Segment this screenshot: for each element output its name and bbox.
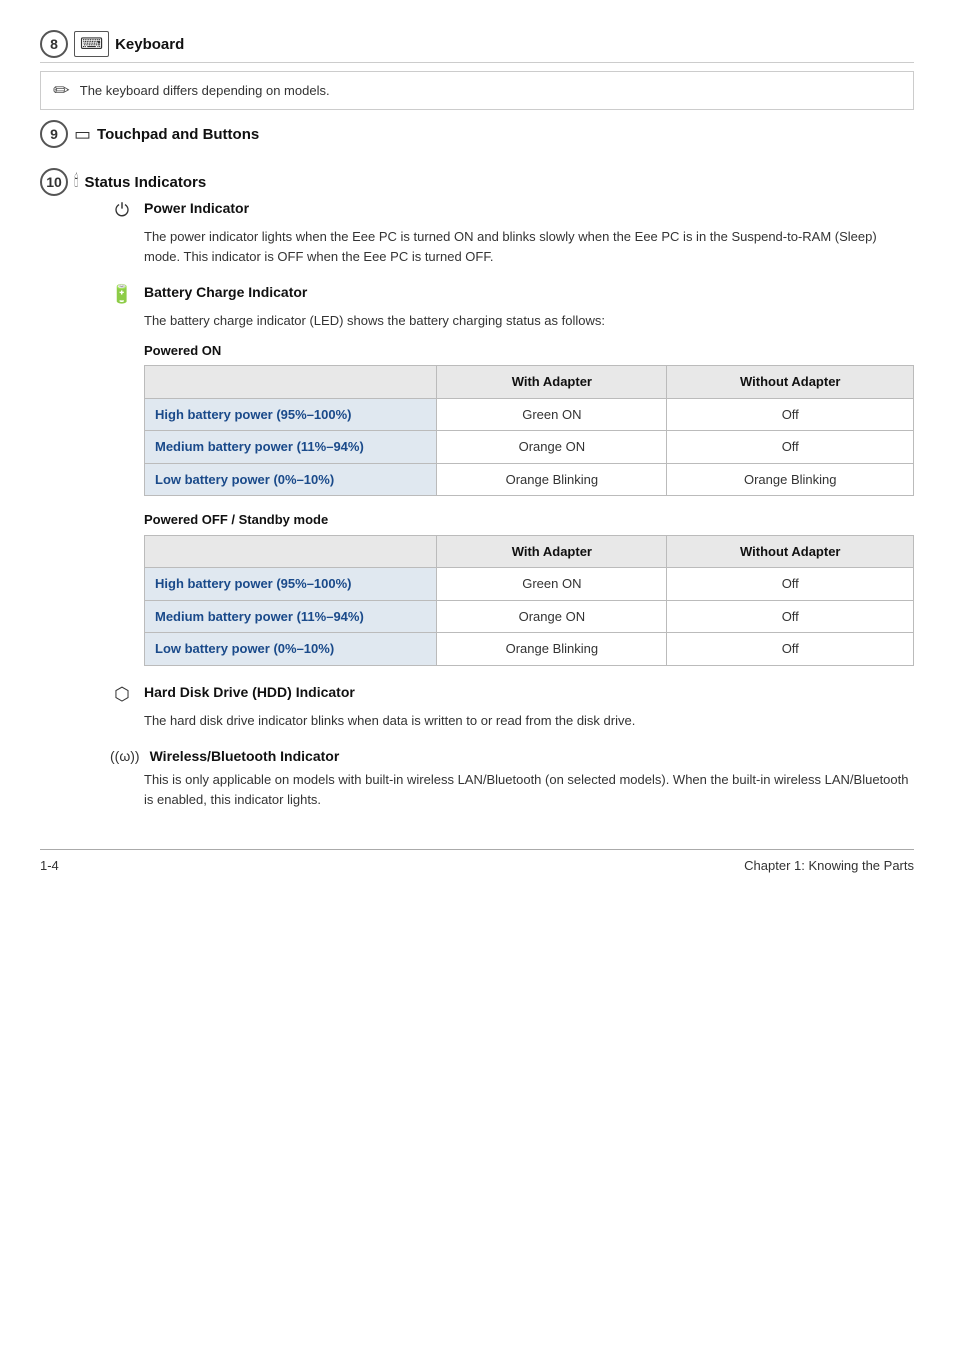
wireless-icon: ((ω)) (110, 748, 140, 764)
touchpad-section: 9 ▭ Touchpad and Buttons (40, 120, 914, 148)
page-number: 1-4 (40, 858, 59, 873)
keyboard-icon: ⌨ (74, 31, 109, 57)
powered-on-table: With Adapter Without Adapter High batter… (144, 365, 914, 496)
table-row: High battery power (95%–100%) Green ON O… (145, 568, 914, 601)
power-indicator-text: The power indicator lights when the Eee … (144, 227, 914, 266)
with-adapter-cell: Orange Blinking (437, 633, 667, 666)
table-row: High battery power (95%–100%) Green ON O… (145, 398, 914, 431)
page-container: 8 ⌨ Keyboard ✏ The keyboard differs depe… (40, 30, 914, 873)
keyboard-section: 8 ⌨ Keyboard ✏ The keyboard differs depe… (40, 30, 914, 110)
touchpad-title: Touchpad and Buttons (97, 126, 259, 143)
powered-off-without-adapter-header: Without Adapter (667, 535, 914, 568)
status-indicators-title: Status Indicators (85, 174, 207, 191)
keyboard-divider (40, 62, 914, 63)
keyboard-title: Keyboard (115, 36, 184, 53)
section-number-10: 10 (40, 168, 68, 196)
powered-on-empty-header (145, 366, 437, 399)
wireless-indicator-header: ((ω)) Wireless/Bluetooth Indicator (110, 748, 914, 764)
power-indicator-title: Power Indicator (144, 200, 249, 216)
section-number-9: 9 (40, 120, 68, 148)
without-adapter-cell: Off (667, 398, 914, 431)
note-icon: ✏ (53, 78, 70, 103)
footer: 1-4 Chapter 1: Knowing the Parts (40, 849, 914, 873)
powered-off-table: With Adapter Without Adapter High batter… (144, 535, 914, 666)
battery-charge-header: 🔋 Battery Charge Indicator (110, 284, 914, 305)
power-indicator-subsection: ⏻ Power Indicator The power indicator li… (110, 200, 914, 266)
without-adapter-cell: Orange Blinking (667, 463, 914, 496)
with-adapter-cell: Orange ON (437, 600, 667, 633)
wireless-indicator-subsection: ((ω)) Wireless/Bluetooth Indicator This … (110, 748, 914, 809)
powered-off-label: Powered OFF / Standby mode (144, 510, 914, 530)
battery-charge-title: Battery Charge Indicator (144, 284, 307, 300)
table-row: Low battery power (0%–10%) Orange Blinki… (145, 633, 914, 666)
touchpad-icon: ▭ (74, 124, 91, 145)
table-row: Medium battery power (11%–94%) Orange ON… (145, 600, 914, 633)
keyboard-note-box: ✏ The keyboard differs depending on mode… (40, 71, 914, 110)
with-adapter-cell: Green ON (437, 568, 667, 601)
battery-charge-subsection: 🔋 Battery Charge Indicator The battery c… (110, 284, 914, 666)
status-icon: 🕯 (74, 173, 79, 191)
without-adapter-cell: Off (667, 431, 914, 464)
row-label: Medium battery power (11%–94%) (145, 600, 437, 633)
with-adapter-cell: Orange Blinking (437, 463, 667, 496)
battery-charge-area: The battery charge indicator (LED) shows… (144, 311, 914, 666)
without-adapter-cell: Off (667, 600, 914, 633)
keyboard-note-text: The keyboard differs depending on models… (80, 83, 330, 98)
hdd-indicator-title: Hard Disk Drive (HDD) Indicator (144, 684, 355, 700)
row-label: High battery power (95%–100%) (145, 568, 437, 601)
power-icon: ⏻ (110, 200, 134, 221)
table-row: Low battery power (0%–10%) Orange Blinki… (145, 463, 914, 496)
wireless-indicator-text: This is only applicable on models with b… (144, 770, 914, 809)
hdd-indicator-subsection: ⬡ Hard Disk Drive (HDD) Indicator The ha… (110, 684, 914, 731)
without-adapter-cell: Off (667, 568, 914, 601)
hdd-indicator-header: ⬡ Hard Disk Drive (HDD) Indicator (110, 684, 914, 705)
battery-charge-intro: The battery charge indicator (LED) shows… (144, 311, 914, 331)
with-adapter-cell: Orange ON (437, 431, 667, 464)
status-indicators-section: 10 🕯 Status Indicators ⏻ Power Indicator… (40, 168, 914, 809)
power-indicator-header: ⏻ Power Indicator (110, 200, 914, 221)
battery-icon: 🔋 (110, 284, 134, 305)
without-adapter-cell: Off (667, 633, 914, 666)
hdd-indicator-text: The hard disk drive indicator blinks whe… (144, 711, 914, 731)
powered-on-without-adapter-header: Without Adapter (667, 366, 914, 399)
powered-off-empty-header (145, 535, 437, 568)
row-label: Low battery power (0%–10%) (145, 463, 437, 496)
powered-on-label: Powered ON (144, 341, 914, 361)
wireless-indicator-title: Wireless/Bluetooth Indicator (150, 748, 340, 764)
section-number-8: 8 (40, 30, 68, 58)
status-content-area: ⏻ Power Indicator The power indicator li… (110, 200, 914, 809)
powered-on-with-adapter-header: With Adapter (437, 366, 667, 399)
powered-off-with-adapter-header: With Adapter (437, 535, 667, 568)
table-row: Medium battery power (11%–94%) Orange ON… (145, 431, 914, 464)
chapter-label: Chapter 1: Knowing the Parts (744, 858, 914, 873)
row-label: Low battery power (0%–10%) (145, 633, 437, 666)
row-label: High battery power (95%–100%) (145, 398, 437, 431)
row-label: Medium battery power (11%–94%) (145, 431, 437, 464)
hdd-icon: ⬡ (110, 684, 134, 705)
with-adapter-cell: Green ON (437, 398, 667, 431)
